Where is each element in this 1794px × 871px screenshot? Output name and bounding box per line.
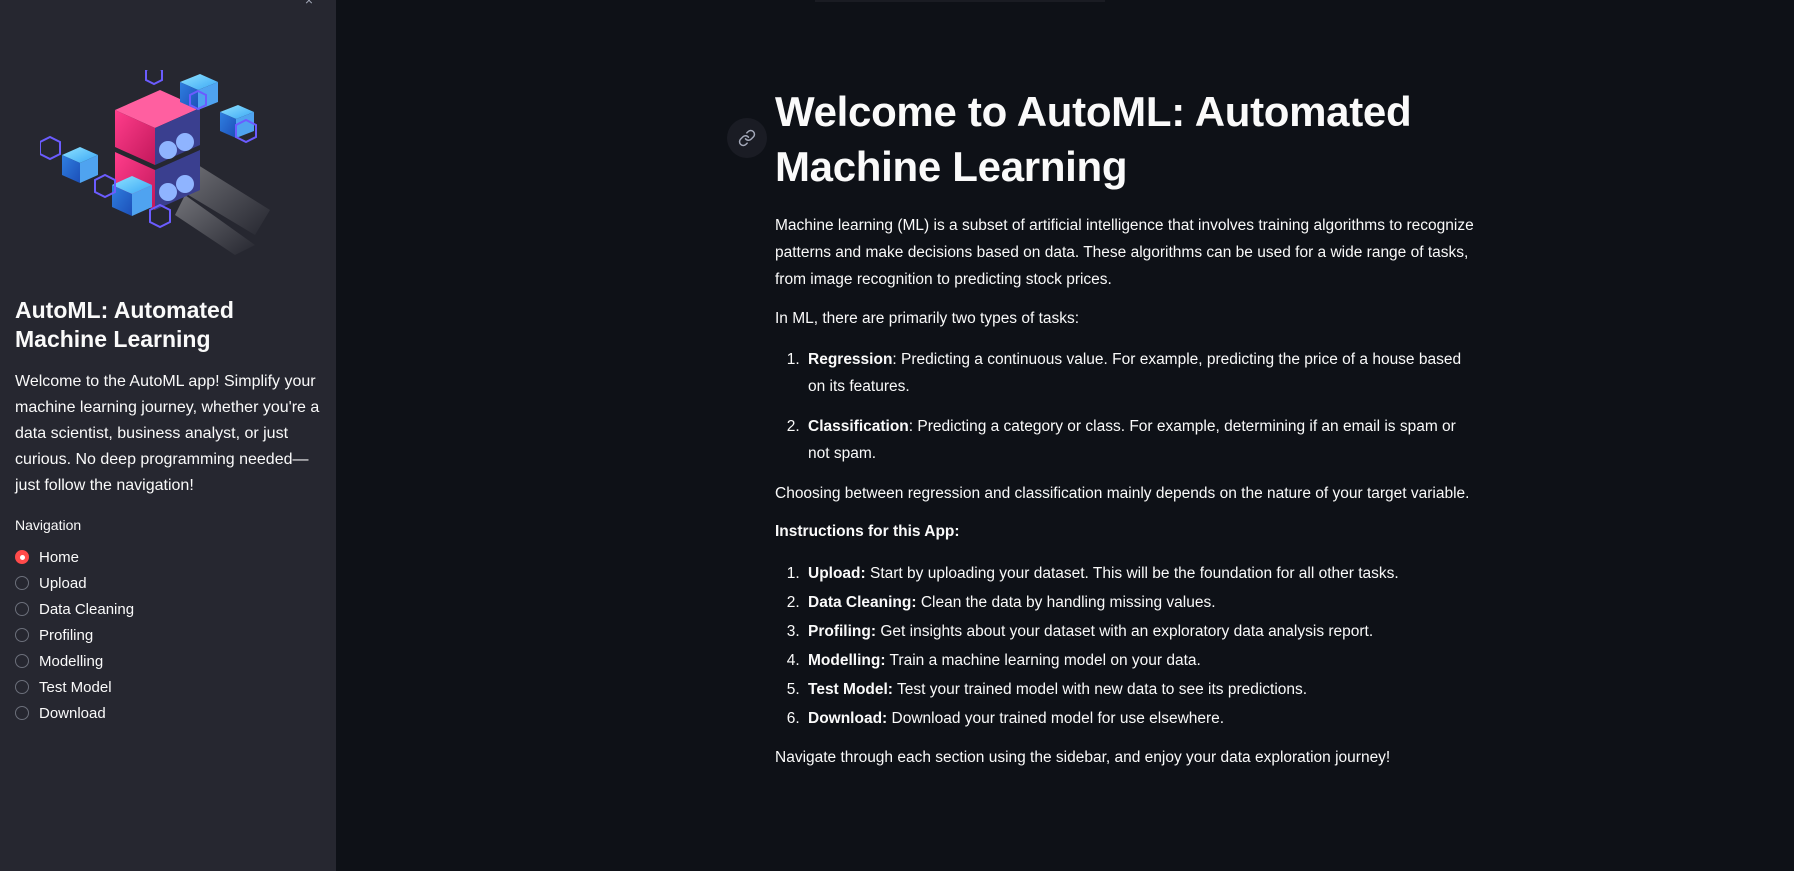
list-item: Data Cleaning: Clean the data by handlin… (804, 588, 1480, 617)
nav-label-home: Home (39, 548, 80, 566)
close-sidebar-icon[interactable]: × (300, 0, 318, 7)
radio-unselected-icon[interactable] (15, 628, 29, 642)
instructions-heading: Instructions for this App: (775, 523, 960, 540)
nav-radio-upload[interactable]: Upload (15, 570, 134, 596)
task-term: Regression (808, 351, 893, 368)
task-types-list: Regression: Predicting a continuous valu… (775, 346, 1480, 467)
nav-label-data-cleaning: Data Cleaning (39, 600, 135, 618)
sidebar: × AutoML: Automated Machine Learning Wel… (0, 0, 336, 871)
nav-radio-download[interactable]: Download (15, 700, 134, 726)
instruction-text: Get insights about your dataset with an … (876, 623, 1374, 640)
navigation-label: Navigation (15, 517, 82, 533)
nav-radio-data-cleaning[interactable]: Data Cleaning (15, 596, 134, 622)
list-item: Classification: Predicting a category or… (804, 413, 1480, 467)
closing-paragraph: Navigate through each section using the … (775, 749, 1391, 766)
top-decoration-bar (815, 0, 1105, 2)
instruction-text: Clean the data by handling missing value… (916, 594, 1216, 611)
automl-logo-illustration (40, 70, 270, 255)
instruction-text: Test your trained model with new data to… (892, 681, 1308, 698)
radio-selected-icon[interactable] (15, 550, 29, 564)
nav-label-profiling: Profiling (39, 626, 94, 644)
app-root: × AutoML: Automated Machine Learning Wel… (0, 0, 1794, 871)
radio-unselected-icon[interactable] (15, 602, 29, 616)
instruction-text: Start by uploading your dataset. This wi… (865, 565, 1399, 582)
instruction-term: Download: (808, 710, 888, 727)
radio-unselected-icon[interactable] (15, 680, 29, 694)
list-item: Upload: Start by uploading your dataset.… (804, 559, 1480, 588)
task-term: Classification (808, 418, 909, 435)
intro-paragraph: Machine learning (ML) is a subset of art… (775, 217, 1474, 288)
sidebar-description: Welcome to the AutoML app! Simplify your… (15, 373, 320, 494)
nav-radio-home[interactable]: Home (15, 544, 134, 570)
task-text: : Predicting a continuous value. For exa… (808, 351, 1462, 395)
list-item: Regression: Predicting a continuous valu… (804, 346, 1480, 400)
nav-radio-profiling[interactable]: Profiling (15, 622, 134, 648)
instruction-term: Modelling: (808, 652, 886, 669)
choosing-paragraph: Choosing between regression and classifi… (775, 485, 1470, 502)
list-item: Profiling: Get insights about your datas… (804, 617, 1480, 646)
header-anchor-link[interactable] (727, 118, 767, 158)
sidebar-title: AutoML: Automated Machine Learning (15, 297, 234, 352)
main-content: Welcome to AutoML: Automated Machine Lea… (775, 84, 1480, 771)
instruction-term: Test Model: (808, 681, 893, 698)
list-item: Modelling: Train a machine learning mode… (804, 646, 1480, 675)
tasks-intro: In ML, there are primarily two types of … (775, 310, 1080, 327)
instruction-text: Train a machine learning model on your d… (885, 652, 1201, 669)
nav-radio-modelling[interactable]: Modelling (15, 648, 134, 674)
instruction-term: Profiling: (808, 623, 877, 640)
nav-label-download: Download (39, 704, 106, 722)
nav-label-modelling: Modelling (39, 652, 104, 670)
instruction-term: Upload: (808, 565, 866, 582)
radio-unselected-icon[interactable] (15, 706, 29, 720)
instructions-list: Upload: Start by uploading your dataset.… (775, 559, 1480, 733)
nav-label-upload: Upload (39, 574, 87, 592)
radio-unselected-icon[interactable] (15, 654, 29, 668)
list-item: Download: Download your trained model fo… (804, 704, 1480, 733)
instruction-term: Data Cleaning: (808, 594, 917, 611)
radio-unselected-icon[interactable] (15, 576, 29, 590)
page-title: Welcome to AutoML: Automated Machine Lea… (775, 88, 1412, 190)
navigation-radio-group: Home Upload Data Cleaning Profiling Mode… (15, 544, 134, 726)
list-item: Test Model: Test your trained model with… (804, 675, 1480, 704)
nav-label-test-model: Test Model (39, 678, 112, 696)
link-icon (738, 129, 756, 147)
instruction-text: Download your trained model for use else… (887, 710, 1225, 727)
nav-radio-test-model[interactable]: Test Model (15, 674, 134, 700)
